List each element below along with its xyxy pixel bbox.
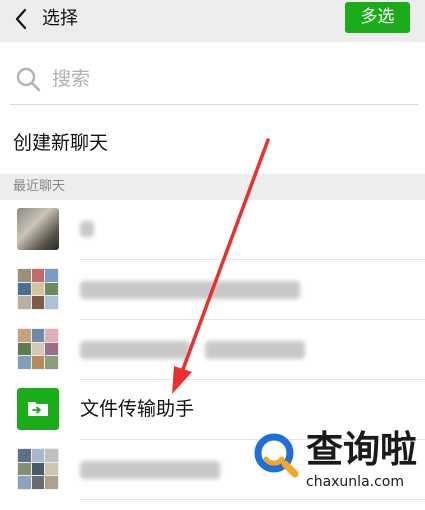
watermark-logo-icon (254, 433, 299, 478)
row-divider (80, 499, 425, 500)
avatar (17, 208, 59, 250)
chat-row[interactable] (0, 200, 425, 260)
create-new-chat-item[interactable]: 创建新聊天 (0, 112, 425, 174)
blurred-chat-name (80, 281, 300, 299)
recent-chats-header: 最近聊天 (0, 174, 425, 200)
watermark: 查询啦 chaxunla.com (252, 427, 422, 497)
search-underline (10, 104, 419, 105)
back-chevron-icon[interactable] (10, 6, 34, 32)
blurred-chat-name (80, 341, 190, 359)
chat-name: 文件传输助手 (80, 398, 195, 420)
create-new-chat-label: 创建新聊天 (13, 132, 109, 154)
search-input[interactable] (52, 64, 352, 94)
chat-row[interactable] (0, 320, 425, 380)
blurred-chat-name (205, 341, 305, 359)
folder-transfer-icon (17, 388, 59, 430)
avatar (17, 268, 59, 310)
watermark-url: chaxunla.com (306, 474, 404, 490)
multi-select-button[interactable]: 多选 (345, 2, 410, 33)
search-icon (16, 67, 41, 92)
blurred-chat-name (80, 221, 94, 237)
header-bar: 选择 多选 (0, 0, 425, 42)
recent-chats-label: 最近聊天 (13, 179, 66, 194)
avatar (17, 448, 59, 490)
chat-row[interactable] (0, 260, 425, 320)
blurred-chat-name (80, 461, 220, 479)
watermark-brand: 查询啦 (306, 428, 417, 471)
search-bar (0, 42, 425, 104)
avatar (17, 328, 59, 370)
page-title: 选择 (42, 8, 78, 29)
